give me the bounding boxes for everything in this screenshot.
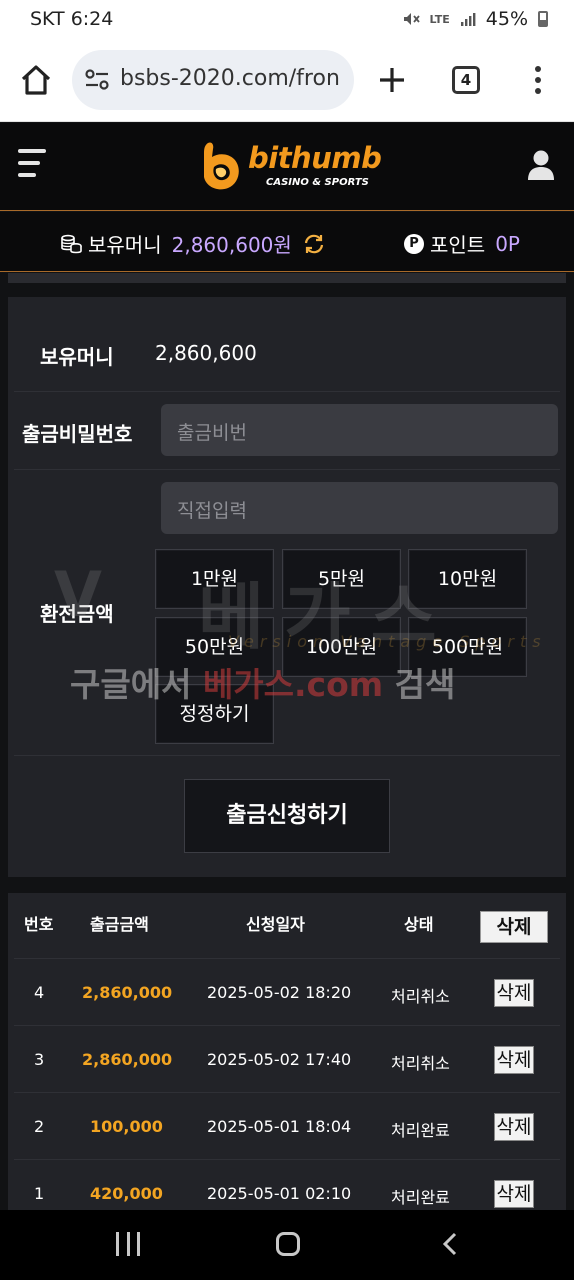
money-summary: 보유머니 2,860,600원 [60, 229, 326, 258]
row-number: 1 [34, 1184, 45, 1203]
table-row: 2 100,000 2025-05-01 18:04 처리완료 삭제 [14, 1093, 560, 1160]
plus-icon[interactable] [376, 64, 408, 96]
site-header: bithumb CASINO & SPORTS [0, 123, 574, 211]
row-status: 처리취소 [391, 1054, 450, 1073]
withdraw-submit-button[interactable]: 출금신청하기 [184, 779, 390, 853]
col-amount: 출금금액 [90, 915, 149, 934]
delete-button[interactable]: 삭제 [494, 1180, 534, 1208]
delete-button[interactable]: 삭제 [494, 979, 534, 1007]
row-number: 3 [34, 1050, 45, 1069]
row-number: 4 [34, 983, 45, 1002]
col-date: 신청일자 [246, 915, 305, 934]
amount-input[interactable]: 직접입력 [161, 482, 558, 534]
logo-subtext: CASINO & SPORTS [266, 177, 369, 188]
row-status: 처리완료 [391, 1121, 450, 1140]
table-row: 4 2,860,000 2025-05-02 18:20 처리취소 삭제 [14, 959, 560, 1026]
row-date: 2025-05-01 02:10 [207, 1184, 352, 1203]
row-amount: 100,000 [90, 1117, 163, 1136]
amount-button-50k[interactable]: 5만원 [282, 549, 401, 609]
password-label: 출금비밀번호 [22, 422, 133, 446]
system-nav-bar [0, 1210, 574, 1280]
withdraw-history: 번호 출금금액 신청일자 상태 삭제 4 2,860,000 2025-05-0… [8, 893, 566, 1210]
row-date: 2025-05-02 18:20 [207, 983, 352, 1002]
row-date: 2025-05-01 18:04 [207, 1117, 352, 1136]
user-icon[interactable] [526, 149, 556, 181]
network-label: LTE [429, 12, 450, 26]
col-number: 번호 [24, 915, 54, 934]
status-right: LTE 45% [402, 8, 548, 30]
divider-strip [8, 273, 566, 283]
money-label: 보유머니 [88, 233, 162, 257]
home-icon[interactable] [18, 62, 54, 98]
point-icon: P [404, 233, 424, 254]
amount-label: 환전금액 [40, 602, 114, 626]
amount-row: 환전금액 직접입력 1만원 5만원 10만원 50만원 100만원 500만원 … [14, 470, 560, 756]
amount-button-1m[interactable]: 100만원 [282, 617, 401, 677]
row-date: 2025-05-02 17:40 [207, 1050, 352, 1069]
site-settings-icon[interactable] [84, 68, 110, 92]
row-amount: 2,860,000 [82, 1050, 173, 1069]
delete-all-button[interactable]: 삭제 [480, 911, 548, 943]
row-amount: 420,000 [90, 1184, 163, 1203]
logo-mark-icon [204, 142, 239, 190]
amount-button-500k[interactable]: 50만원 [155, 617, 274, 677]
money-bar: 보유머니 2,860,600원 P 포인트 0P [0, 212, 574, 272]
balance-value: 2,860,600 [155, 341, 257, 365]
battery-percent: 45% [485, 8, 528, 30]
table-row: 3 2,860,000 2025-05-02 17:40 처리취소 삭제 [14, 1026, 560, 1093]
withdraw-password-input[interactable]: 출금비번 [161, 404, 558, 456]
password-row: 출금비밀번호 출금비번 [14, 392, 560, 470]
row-amount: 2,860,000 [82, 983, 173, 1002]
coins-icon [61, 234, 82, 253]
amount-button-100k[interactable]: 10만원 [408, 549, 527, 609]
tabs-icon[interactable]: 4 [452, 66, 480, 94]
back-icon[interactable] [440, 1232, 460, 1256]
point-label: 포인트 [430, 233, 486, 257]
recent-apps-icon[interactable] [116, 1232, 140, 1256]
menu-icon[interactable] [18, 149, 48, 177]
money-value: 2,860,600원 [171, 233, 292, 257]
refresh-icon[interactable] [302, 232, 326, 256]
battery-icon [538, 11, 548, 27]
table-row: 1 420,000 2025-05-01 02:10 처리완료 삭제 [14, 1160, 560, 1210]
balance-label: 보유머니 [40, 345, 114, 369]
browser-toolbar: bsbs-2020.com/fron 4 [0, 40, 574, 122]
delete-button[interactable]: 삭제 [494, 1046, 534, 1074]
row-status: 처리완료 [391, 1188, 450, 1207]
point-summary: P 포인트 0P [404, 229, 520, 258]
url-text[interactable]: bsbs-2020.com/fron [120, 66, 344, 91]
address-bar[interactable]: bsbs-2020.com/fron [72, 50, 354, 110]
logo-text: bithumb [248, 141, 382, 175]
logo[interactable]: bithumb CASINO & SPORTS [198, 137, 382, 195]
reset-amount-button[interactable]: 정정하기 [155, 684, 274, 744]
withdraw-form: 보유머니 2,860,600 출금비밀번호 출금비번 환전금액 직접입력 1만원… [8, 297, 566, 877]
amount-button-10k[interactable]: 1만원 [155, 549, 274, 609]
status-bar: SKT 6:24 LTE 45% [0, 0, 574, 40]
signal-icon [460, 13, 476, 26]
amount-button-5m[interactable]: 500만원 [408, 617, 527, 677]
history-header: 번호 출금금액 신청일자 상태 삭제 [14, 893, 560, 959]
row-number: 2 [34, 1117, 45, 1136]
row-status: 처리취소 [391, 987, 450, 1006]
status-time: SKT 6:24 [30, 8, 114, 30]
page: SKT 6:24 LTE 45% bsbs-2020.com/fron 4 bi… [0, 0, 574, 1280]
mute-icon [403, 13, 420, 25]
delete-button[interactable]: 삭제 [494, 1113, 534, 1141]
submit-row: 출금신청하기 [14, 756, 560, 876]
balance-row: 보유머니 2,860,600 [14, 315, 560, 392]
home-nav-icon[interactable] [276, 1232, 300, 1256]
more-icon[interactable] [528, 64, 548, 96]
col-status: 상태 [404, 915, 434, 934]
point-value: 0P [495, 231, 520, 256]
